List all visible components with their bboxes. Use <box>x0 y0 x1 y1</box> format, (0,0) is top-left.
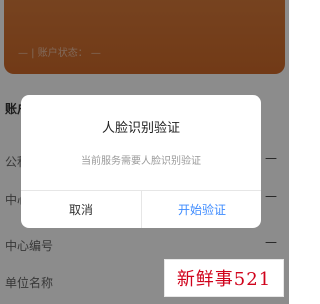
page: — | 账户状态： — 账户 公积 — 中心 — 中心编号 — 单位名称 人脸识… <box>0 0 289 304</box>
dialog-message: 当前服务需要人脸识别验证 <box>81 156 201 167</box>
start-verification-button[interactable]: 开始验证 <box>142 191 261 228</box>
dialog-title: 人脸识别验证 <box>101 121 180 136</box>
face-verification-dialog: 人脸识别验证 当前服务需要人脸识别验证 取消 开始验证 <box>21 95 261 228</box>
cancel-button[interactable]: 取消 <box>21 191 141 228</box>
watermark: 新鲜事521 <box>164 259 284 297</box>
